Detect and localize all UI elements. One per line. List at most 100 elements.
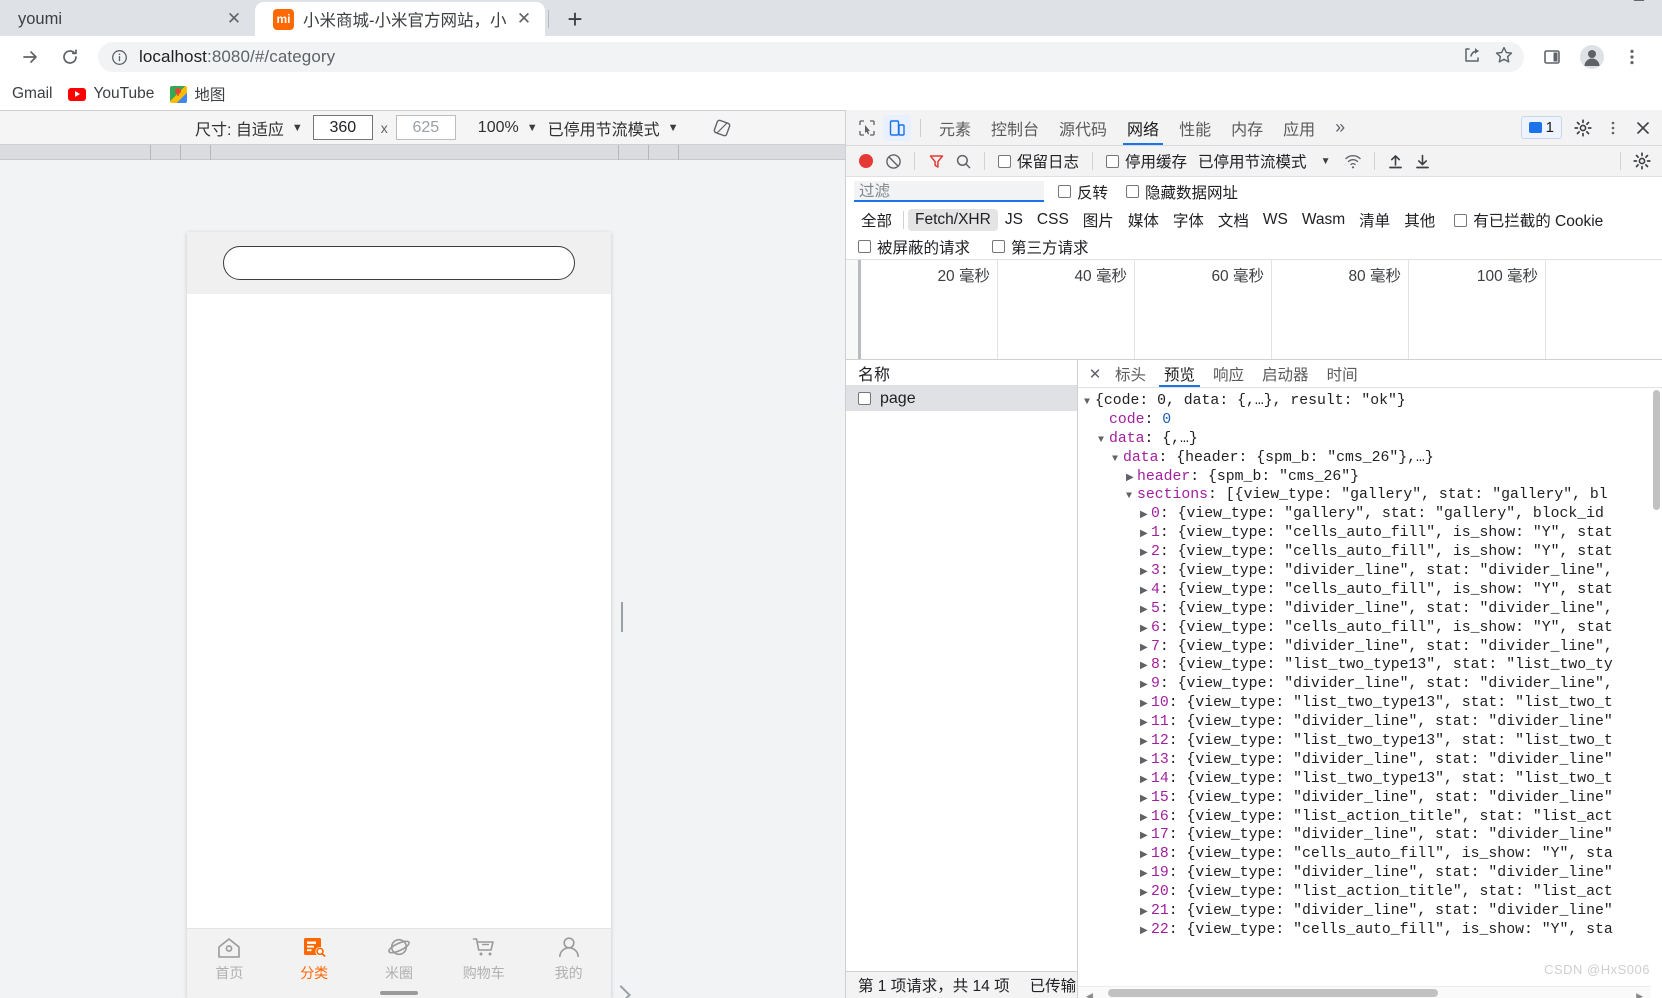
chevron-down-icon[interactable]: ▼ — [1314, 150, 1338, 172]
search-icon[interactable] — [951, 150, 975, 172]
app-tab-cart[interactable]: 购物车 — [441, 929, 526, 988]
tab-sources[interactable]: 源代码 — [1049, 110, 1117, 145]
app-tab-miquan[interactable]: 米圈 — [357, 929, 442, 988]
json-tree-row[interactable]: ▶ 8: {view_type: "list_two_type13", stat:… — [1084, 656, 1662, 675]
json-vertical-scrollbar[interactable] — [1651, 388, 1662, 986]
bookmark-youtube[interactable]: YouTube — [60, 81, 162, 107]
viewport-corner-resize-handle[interactable] — [611, 985, 631, 998]
tab-performance[interactable]: 性能 — [1169, 110, 1221, 145]
chevron-right-icon[interactable]: ▶ — [1140, 602, 1151, 621]
json-tree-row[interactable]: ▶ 4: {view_type: "cells_auto_fill", is_sh… — [1084, 581, 1662, 600]
inspect-cursor-icon[interactable] — [853, 115, 881, 141]
detail-tab-initiator[interactable]: 启动器 — [1253, 360, 1318, 387]
gear-icon[interactable] — [1569, 115, 1597, 141]
blocked-requests-checkbox[interactable]: 被屏蔽的请求 — [858, 236, 970, 258]
gear-icon[interactable] — [1630, 150, 1654, 172]
more-panels-icon[interactable]: » — [1325, 117, 1355, 138]
hide-data-urls-checkbox[interactable]: 隐藏数据网址 — [1126, 181, 1238, 203]
json-tree-row[interactable]: ▶ 22: {view_type: "cells_auto_fill", is_s… — [1084, 921, 1662, 940]
close-icon[interactable]: ✕ — [223, 8, 245, 30]
tab-application[interactable]: 应用 — [1273, 110, 1325, 145]
browser-tab-youmi[interactable]: youmi ✕ — [0, 2, 255, 36]
json-tree-row[interactable]: ▼ sections: [{view_type: "gallery", stat:… — [1084, 486, 1662, 505]
network-overview-timeline[interactable]: 20 毫秒 40 毫秒 60 毫秒 80 毫秒 100 毫秒 — [846, 260, 1662, 360]
type-filter-font[interactable]: 字体 — [1166, 207, 1211, 233]
json-tree-row[interactable]: ▶ 17: {view_type: "divider_line", stat: "… — [1084, 826, 1662, 845]
type-filter-js[interactable]: JS — [998, 209, 1030, 231]
disable-cache-checkbox[interactable]: 停用缓存 — [1106, 150, 1187, 172]
side-panel-icon[interactable] — [1535, 40, 1569, 74]
json-tree-row[interactable]: ▶ 13: {view_type: "divider_line", stat: "… — [1084, 751, 1662, 770]
json-tree-row[interactable]: ▶ 12: {view_type: "list_two_type13", stat… — [1084, 732, 1662, 751]
json-tree-row[interactable]: ▶ 10: {view_type: "list_two_type13", stat… — [1084, 694, 1662, 713]
chevron-down-icon[interactable]: ▼ — [668, 122, 679, 134]
export-har-icon[interactable] — [1411, 150, 1435, 172]
chevron-down-icon[interactable]: ▼ — [292, 122, 303, 134]
device-throttling-label[interactable]: 已停用节流模式 — [548, 116, 660, 140]
json-tree-row[interactable]: ▶ 21: {view_type: "divider_line", stat: "… — [1084, 902, 1662, 921]
device-ruler[interactable] — [0, 145, 845, 160]
detail-tab-response[interactable]: 响应 — [1204, 360, 1253, 387]
chevron-down-icon[interactable]: ▼ — [1112, 451, 1123, 470]
json-tree-row[interactable]: ▶ 18: {view_type: "cells_auto_fill", is_s… — [1084, 845, 1662, 864]
type-filter-ws[interactable]: WS — [1256, 209, 1295, 231]
close-icon[interactable]: ✕ — [513, 8, 535, 30]
type-filter-img[interactable]: 图片 — [1076, 207, 1121, 233]
type-filter-manifest[interactable]: 清单 — [1352, 207, 1397, 233]
address-bar[interactable]: localhost:8080/#/category — [98, 42, 1524, 72]
json-tree-row[interactable]: ▶ 19: {view_type: "divider_line", stat: "… — [1084, 864, 1662, 883]
json-tree-row[interactable]: ▶ 20: {view_type: "list_action_title", st… — [1084, 883, 1662, 902]
json-tree-row[interactable]: ▼ {code: 0, data: {,…}, result: "ok"} — [1084, 392, 1662, 411]
throttling-select[interactable]: 已停用节流模式 — [1198, 150, 1307, 172]
json-tree-row[interactable]: ▶ 7: {view_type: "divider_line", stat: "d… — [1084, 638, 1662, 657]
json-tree-row[interactable]: ▶ 9: {view_type: "divider_line", stat: "d… — [1084, 675, 1662, 694]
app-tab-home[interactable]: 首页 — [187, 929, 272, 988]
rotate-device-icon[interactable] — [711, 117, 733, 139]
import-har-icon[interactable] — [1384, 150, 1408, 172]
chevron-right-icon[interactable]: ▶ — [1140, 621, 1151, 640]
detail-tab-preview[interactable]: 预览 — [1155, 360, 1204, 387]
json-preview-tree[interactable]: ▼ {code: 0, data: {,…}, result: "ok"} code… — [1078, 388, 1662, 998]
type-filter-other[interactable]: 其他 — [1397, 207, 1442, 233]
third-party-checkbox[interactable]: 第三方请求 — [992, 236, 1089, 258]
json-tree-row[interactable]: ▶ header: {spm_b: "cms_26"} — [1084, 468, 1662, 487]
chevron-down-icon[interactable]: ▼ — [1084, 394, 1095, 413]
checkbox-box[interactable] — [858, 392, 871, 405]
request-list-header[interactable]: 名称 — [846, 360, 1077, 386]
tab-network[interactable]: 网络 — [1117, 110, 1169, 145]
json-horizontal-scrollbar[interactable]: ◀ ▶ — [1078, 986, 1651, 998]
table-row[interactable]: page — [846, 386, 1077, 411]
circle-info-icon[interactable] — [111, 49, 128, 66]
record-stop-icon[interactable] — [859, 154, 873, 168]
chevron-right-icon[interactable]: ▶ — [1140, 791, 1151, 810]
blocked-cookies-checkbox[interactable]: 有已拦截的 Cookie — [1454, 209, 1603, 231]
device-toolbar-icon[interactable] — [883, 114, 911, 141]
search-input[interactable] — [223, 246, 575, 280]
chevron-down-icon[interactable]: ▼ — [1126, 488, 1137, 507]
network-conditions-icon[interactable] — [1341, 150, 1365, 172]
json-tree-row[interactable]: ▼ data: {,…} — [1084, 430, 1662, 449]
type-filter-all[interactable]: 全部 — [854, 207, 899, 233]
device-zoom-label[interactable]: 100% — [478, 119, 519, 137]
json-tree-row[interactable]: ▶ 1: {view_type: "cells_auto_fill", is_sh… — [1084, 524, 1662, 543]
json-tree-row[interactable]: ▶ 14: {view_type: "list_two_type13", stat… — [1084, 770, 1662, 789]
json-tree-row[interactable]: ▶ 16: {view_type: "list_action_title", st… — [1084, 808, 1662, 827]
kebab-menu-icon[interactable] — [1599, 115, 1627, 141]
chevron-right-icon[interactable]: ▶ — [1140, 772, 1151, 791]
type-filter-media[interactable]: 媒体 — [1121, 207, 1166, 233]
filter-funnel-icon[interactable] — [924, 150, 948, 172]
json-tree-row[interactable]: code: 0 — [1084, 411, 1662, 430]
bookmark-maps[interactable]: 地图 — [162, 81, 233, 107]
share-icon[interactable] — [1462, 45, 1482, 70]
avatar-icon[interactable] — [1575, 40, 1609, 74]
viewport-resize-handle[interactable] — [616, 600, 628, 634]
close-icon[interactable] — [1629, 115, 1657, 141]
type-filter-fetch-xhr[interactable]: Fetch/XHR — [908, 209, 998, 231]
json-tree-row[interactable]: ▶ 0: {view_type: "gallery", stat: "galler… — [1084, 505, 1662, 524]
clear-icon[interactable] — [881, 150, 905, 172]
json-tree-row[interactable]: ▶ 15: {view_type: "divider_line", stat: "… — [1084, 789, 1662, 808]
filter-input[interactable]: 过滤 — [854, 181, 1044, 202]
invert-checkbox[interactable]: 反转 — [1058, 181, 1108, 203]
tab-elements[interactable]: 元素 — [929, 110, 981, 145]
forward-icon[interactable] — [13, 40, 47, 74]
